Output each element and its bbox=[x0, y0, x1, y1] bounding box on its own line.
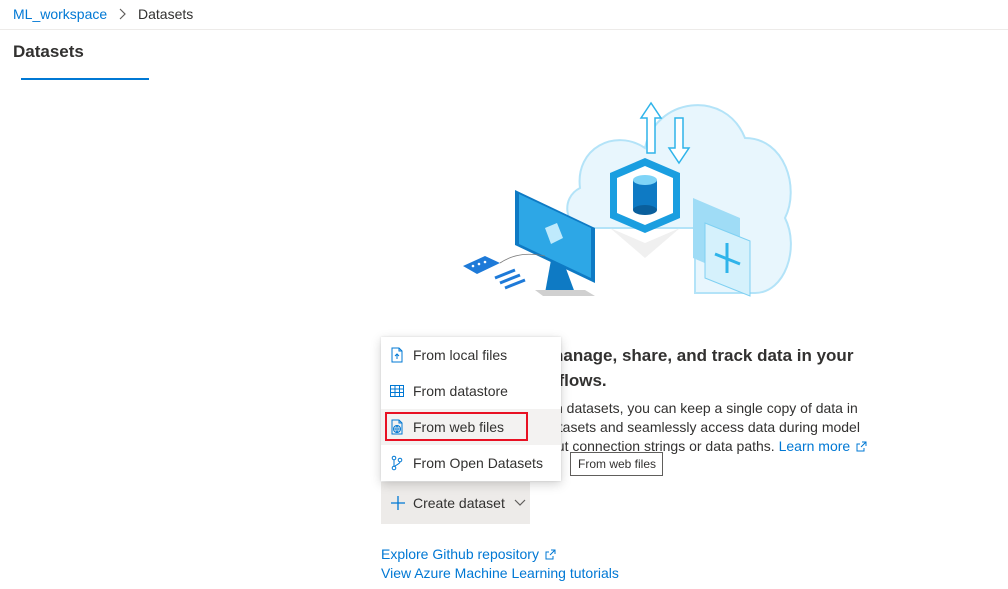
explore-github-label: Explore Github repository bbox=[381, 546, 539, 562]
page-title: Datasets bbox=[13, 42, 84, 61]
menu-item-label: From local files bbox=[413, 347, 508, 363]
chevron-right-icon bbox=[119, 8, 126, 20]
resource-links: Explore Github repository View Azure Mac… bbox=[381, 545, 619, 583]
file-upload-icon bbox=[391, 347, 403, 363]
chevron-down-icon bbox=[514, 499, 526, 506]
external-link-icon bbox=[545, 549, 556, 560]
external-link-icon bbox=[856, 441, 867, 452]
create-dataset-menu: From local files From datastore From web… bbox=[381, 337, 561, 481]
breadcrumb-workspace-link[interactable]: ML_workspace bbox=[13, 6, 107, 22]
menu-item-label: From datastore bbox=[413, 383, 508, 399]
create-dataset-label: Create dataset bbox=[413, 495, 505, 511]
breadcrumb: ML_workspace Datasets bbox=[0, 0, 1008, 30]
table-icon bbox=[390, 385, 404, 397]
learn-more-label: Learn more bbox=[778, 438, 851, 454]
menu-item-label: From Open Datasets bbox=[413, 455, 543, 471]
menu-item-from-datastore[interactable]: From datastore bbox=[381, 373, 561, 409]
menu-item-from-local-files[interactable]: From local files bbox=[381, 337, 561, 373]
breadcrumb-current: Datasets bbox=[138, 6, 194, 22]
azure-ml-tutorials-link[interactable]: View Azure Machine Learning tutorials bbox=[381, 564, 619, 583]
learn-more-link[interactable]: Learn more bbox=[779, 438, 868, 454]
explore-github-link[interactable]: Explore Github repository bbox=[381, 545, 619, 564]
datasets-illustration bbox=[463, 101, 792, 297]
create-dataset-button[interactable]: Create dataset bbox=[381, 482, 530, 524]
plus-icon bbox=[391, 496, 405, 510]
title-underline bbox=[21, 78, 149, 80]
menu-item-from-open-datasets[interactable]: From Open Datasets bbox=[381, 445, 561, 481]
selection-highlight bbox=[385, 412, 528, 441]
open-datasets-icon bbox=[391, 455, 403, 471]
tooltip: From web files bbox=[570, 452, 663, 476]
